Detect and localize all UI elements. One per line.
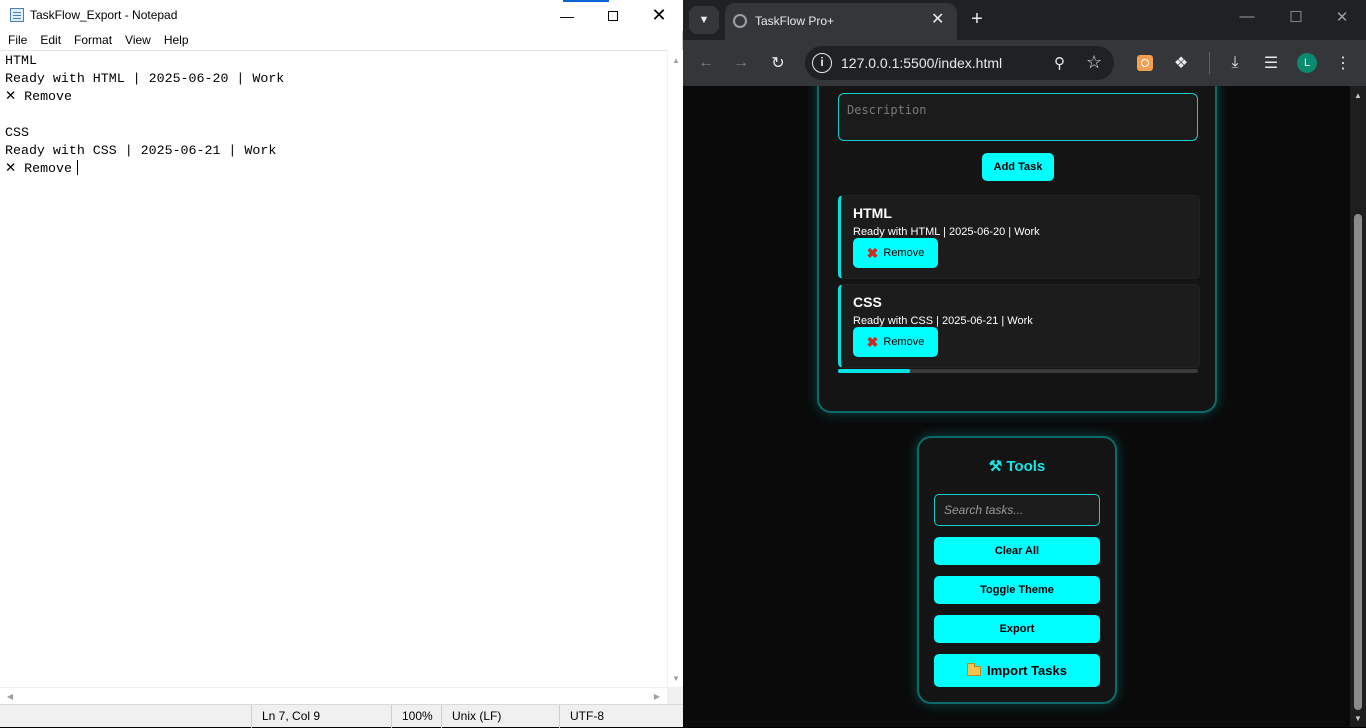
back-icon[interactable]: ← (694, 51, 718, 75)
tools-heading: ⚒ Tools (919, 457, 1115, 475)
menu-file[interactable]: File (0, 31, 33, 50)
notepad-horizontal-scrollbar[interactable]: ◀ ▶ (0, 687, 667, 704)
notepad-icon (10, 8, 24, 22)
new-tab-button[interactable]: + (965, 7, 989, 31)
progress-bar (838, 369, 1198, 373)
notepad-title: TaskFlow_Export - Notepad (30, 8, 178, 22)
import-tasks-button[interactable]: Import Tasks (934, 654, 1100, 687)
extension-icon[interactable] (1137, 55, 1153, 71)
tab-strip: ▼ TaskFlow Pro+ ✕ + — ☐ ✕ (683, 0, 1366, 40)
menu-edit[interactable]: Edit (33, 31, 67, 50)
extensions-puzzle-icon[interactable]: ❖ (1169, 51, 1193, 75)
tab-close-icon[interactable]: ✕ (931, 12, 944, 28)
maximize-icon (608, 10, 618, 21)
window-minimize-button[interactable]: — (1235, 8, 1259, 25)
remove-task-button[interactable]: ✖ Remove (853, 327, 938, 357)
notepad-window: TaskFlow_Export - Notepad — ✕ File Edit … (0, 0, 683, 728)
toggle-theme-button[interactable]: Toggle Theme (934, 576, 1100, 604)
remove-label: Remove (883, 336, 925, 348)
page-viewport: Description Add Task HTML Ready with HTM… (683, 86, 1350, 727)
maximize-button[interactable] (590, 0, 636, 31)
status-position: Ln 7, Col 9 (251, 705, 391, 728)
zoom-icon[interactable]: ⚲ (1054, 54, 1065, 72)
remove-x-icon: ✖ (866, 244, 879, 261)
window-maximize-button[interactable]: ☐ (1284, 8, 1308, 26)
task-meta: Ready with CSS | 2025-06-21 | Work (853, 315, 1033, 327)
download-icon[interactable]: ⤓ (1223, 51, 1247, 75)
task-meta: Ready with HTML | 2025-06-20 | Work (853, 226, 1040, 238)
remove-task-button[interactable]: ✖ Remove (853, 238, 938, 268)
media-controls-icon[interactable]: ☰ (1259, 51, 1283, 75)
toolbar-divider (1209, 52, 1210, 74)
forward-icon[interactable]: → (729, 51, 753, 75)
page-scroll-down-icon[interactable]: ▼ (1350, 711, 1366, 725)
text-line: Ready with HTML | 2025-06-20 | Work (5, 71, 285, 86)
progress-fill (838, 369, 910, 373)
task-title: HTML (853, 205, 892, 221)
text-line: ✕ Remove (5, 161, 72, 176)
text-line: HTML (5, 53, 37, 68)
minimize-button[interactable]: — (544, 0, 590, 31)
menu-help[interactable]: Help (157, 31, 195, 50)
remove-x-icon: ✖ (866, 333, 879, 350)
profile-avatar[interactable]: L (1297, 53, 1317, 73)
window-close-button[interactable]: ✕ (1330, 8, 1354, 26)
browser-window: ▼ TaskFlow Pro+ ✕ + — ☐ ✕ ← → ↻ i 127.0.… (683, 0, 1366, 727)
export-button[interactable]: Export (934, 615, 1100, 643)
task-card: Description Add Task HTML Ready with HTM… (817, 86, 1217, 413)
site-info-icon[interactable]: i (812, 53, 832, 73)
globe-icon (733, 14, 747, 28)
tools-heading-text: Tools (1006, 458, 1046, 475)
status-encoding: UTF-8 (559, 705, 683, 728)
tab-search-button[interactable]: ▼ (689, 6, 719, 34)
remove-label: Remove (883, 247, 925, 259)
page-scroll-thumb[interactable] (1354, 214, 1362, 710)
status-zoom: 100% (391, 705, 441, 728)
task-item: HTML Ready with HTML | 2025-06-20 | Work… (838, 195, 1200, 279)
more-menu-icon[interactable]: ⋮ (1331, 51, 1355, 75)
tab-taskflow[interactable]: TaskFlow Pro+ ✕ (725, 3, 957, 40)
scroll-corner (667, 687, 683, 704)
add-task-button[interactable]: Add Task (982, 153, 1054, 181)
bookmark-star-icon[interactable]: ☆ (1086, 52, 1102, 73)
notepad-status-bar: Ln 7, Col 9 100% Unix (LF) UTF-8 (0, 704, 683, 728)
scroll-up-icon[interactable]: ▲ (668, 52, 684, 68)
notepad-menu-bar: File Edit Format View Help (0, 31, 683, 50)
page-scrollbar[interactable]: ▲ ▼ (1350, 86, 1366, 727)
url-text: 127.0.0.1:5500/index.html (841, 55, 1003, 71)
search-input[interactable]: Search tasks... (934, 494, 1100, 526)
address-bar[interactable]: i 127.0.0.1:5500/index.html ⚲ ☆ (805, 46, 1114, 80)
folder-icon (967, 662, 982, 676)
scroll-down-icon[interactable]: ▼ (668, 670, 684, 686)
clear-all-button[interactable]: Clear All (934, 537, 1100, 565)
text-line: Ready with CSS | 2025-06-21 | Work (5, 143, 277, 158)
task-item: CSS Ready with CSS | 2025-06-21 | Work ✖… (838, 284, 1200, 368)
status-line-endings: Unix (LF) (441, 705, 559, 728)
text-line: ✕ Remove (5, 89, 72, 104)
notepad-text-area[interactable]: HTML Ready with HTML | 2025-06-20 | Work… (0, 50, 667, 687)
menu-format[interactable]: Format (67, 31, 118, 50)
page-scroll-up-icon[interactable]: ▲ (1350, 88, 1366, 102)
notepad-vertical-scrollbar[interactable]: ▲ ▼ (667, 50, 683, 687)
task-title: CSS (853, 294, 882, 310)
scroll-right-icon[interactable]: ▶ (649, 688, 665, 705)
text-caret (77, 160, 78, 175)
import-label: Import Tasks (987, 663, 1067, 678)
description-field[interactable]: Description (838, 93, 1198, 141)
close-button[interactable]: ✕ (636, 0, 682, 31)
reload-icon[interactable]: ↻ (766, 51, 790, 75)
text-line: CSS (5, 125, 29, 140)
notepad-title-bar: TaskFlow_Export - Notepad — ✕ (0, 0, 683, 31)
tools-panel: ⚒ Tools Search tasks... Clear All Toggle… (917, 436, 1117, 704)
scroll-left-icon[interactable]: ◀ (2, 688, 18, 705)
tab-title: TaskFlow Pro+ (755, 14, 835, 28)
tools-icon: ⚒ (988, 458, 1003, 475)
menu-view[interactable]: View (118, 31, 157, 50)
browser-toolbar: ← → ↻ i 127.0.0.1:5500/index.html ⚲ ☆ ❖ … (683, 40, 1366, 86)
